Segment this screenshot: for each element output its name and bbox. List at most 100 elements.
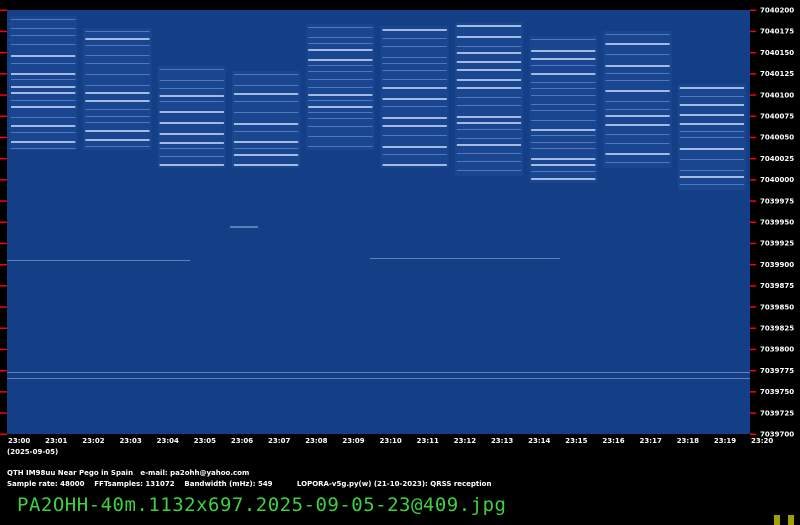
signal-trace (85, 74, 150, 75)
signal-trace (308, 136, 373, 137)
signal-trace (85, 92, 150, 94)
time-label: 23:01 (45, 437, 67, 445)
right-tick (750, 391, 756, 393)
carrier-line (7, 372, 750, 373)
frequency-label: 7040050 (760, 134, 794, 142)
signal-trace (308, 106, 373, 108)
left-tick (0, 200, 7, 202)
signal-trace (11, 92, 76, 94)
time-label: 23:02 (82, 437, 104, 445)
signal-trace (308, 112, 373, 113)
time-label: 23:06 (231, 437, 253, 445)
signal-trace (85, 109, 150, 110)
image-filename: PA2OHH-40m.1132x697.2025-09-05-23@409.jp… (17, 494, 507, 516)
signal-trace (605, 109, 670, 110)
left-tick (0, 179, 7, 181)
signal-trace (159, 122, 224, 124)
left-tick (0, 115, 7, 117)
signal-trace (605, 54, 670, 55)
signal-trace (679, 176, 744, 178)
signal-trace (233, 148, 299, 149)
left-tick (0, 433, 7, 435)
signal-trace (605, 90, 670, 92)
carrier-line (7, 378, 750, 379)
right-tick (750, 242, 756, 245)
signal-trace (382, 146, 447, 148)
signal-trace (85, 139, 150, 141)
signal-trace (233, 141, 299, 143)
signal-trace (531, 104, 596, 105)
signal-trace (605, 73, 670, 74)
signal-trace (308, 49, 373, 51)
signal-trace (85, 55, 150, 56)
signal-trace (679, 96, 744, 97)
right-tick (750, 263, 756, 266)
signal-trace (456, 61, 522, 63)
signal-trace (85, 31, 150, 32)
time-label: 23:16 (602, 437, 624, 445)
signal-trace (679, 137, 744, 138)
signal-block (157, 66, 226, 168)
right-tick (750, 157, 756, 160)
left-tick (0, 285, 7, 287)
left-tick (0, 348, 7, 351)
right-tick (750, 348, 756, 351)
frequency-label: 7039925 (760, 240, 794, 248)
corner-mark (788, 515, 794, 525)
left-tick (0, 327, 7, 329)
signal-trace (308, 126, 373, 127)
time-label: 23:15 (565, 437, 587, 445)
signal-trace (531, 50, 596, 52)
signal-trace (308, 100, 373, 101)
signal-trace (308, 27, 373, 28)
frequency-label: 7039750 (760, 388, 794, 396)
signal-trace (531, 178, 596, 180)
signal-trace (382, 70, 447, 71)
signal-trace (679, 148, 744, 150)
signal-trace (233, 101, 299, 102)
signal-trace (382, 106, 447, 107)
time-label: 23:18 (677, 437, 699, 445)
signal-trace (159, 80, 224, 81)
signal-trace (233, 85, 299, 86)
left-tick (0, 391, 7, 393)
signal-trace (11, 19, 76, 20)
time-label: 23:11 (417, 437, 439, 445)
signal-trace (456, 97, 522, 98)
signal-trace (11, 55, 76, 57)
signal-trace (382, 154, 447, 155)
waterfall-spectrogram: 7040200 7040175 7040150 7040125 7040100 70400… (0, 0, 800, 460)
signal-trace (308, 43, 373, 44)
signal-trace (85, 130, 150, 132)
right-tick (750, 433, 756, 435)
signal-trace (382, 57, 447, 58)
frequency-label: 7040000 (760, 176, 794, 184)
signal-trace (531, 120, 596, 121)
left-tick (0, 242, 7, 245)
right-tick (750, 306, 756, 308)
left-tick (0, 94, 7, 96)
signal-trace (159, 148, 224, 149)
signal-block (9, 16, 78, 150)
signal-trace (531, 158, 596, 160)
signal-trace (11, 132, 76, 133)
signal-trace (159, 111, 224, 113)
signal-trace (679, 184, 744, 185)
left-tick (0, 51, 7, 54)
signal-trace (233, 74, 299, 75)
carrier-line (370, 258, 560, 259)
signal-trace (159, 156, 224, 157)
frequency-label: 7040075 (760, 113, 794, 121)
frequency-label: 7040175 (760, 28, 794, 36)
signal-trace (531, 164, 596, 166)
signal-trace (679, 170, 744, 171)
time-label: 23:07 (268, 437, 290, 445)
signal-trace (382, 87, 447, 89)
signal-trace (233, 123, 299, 125)
signal-trace (456, 25, 522, 27)
frequency-label: 7039900 (760, 261, 794, 269)
frequency-label: 7039800 (760, 346, 794, 354)
signal-trace (308, 87, 373, 88)
signal-trace (679, 87, 744, 89)
signal-trace (531, 95, 596, 96)
